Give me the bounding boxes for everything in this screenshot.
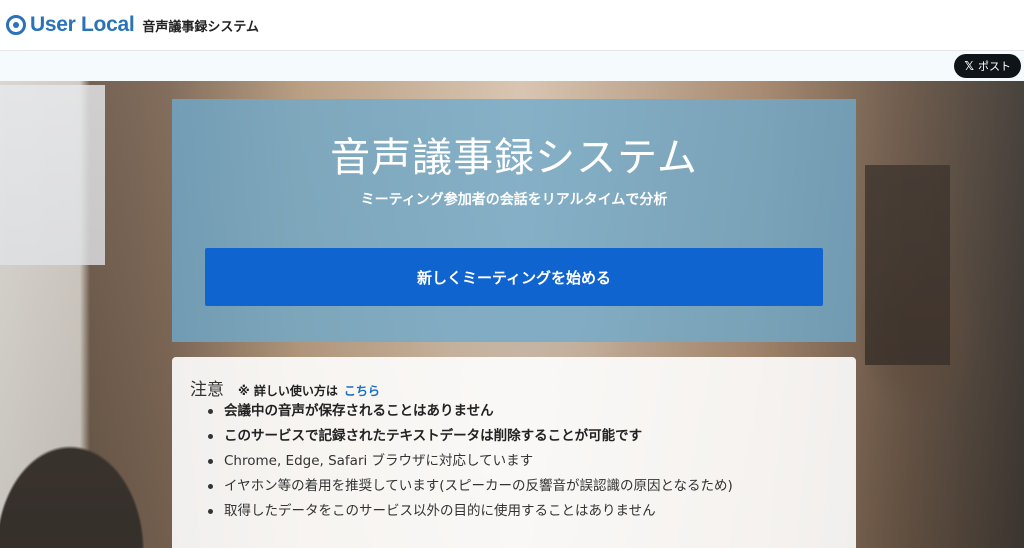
notice-title: 注意 (190, 380, 224, 400)
app-name: 音声議事録システム (142, 19, 260, 35)
notice-item: 取得したデータをこのサービス以外の目的に使用することはありません (206, 499, 733, 524)
x-post-button[interactable]: 𝕏 ポスト (954, 54, 1021, 78)
notice-note: ※ 詳しい使い方は (238, 384, 338, 398)
start-meeting-button[interactable]: 新しくミーティングを始める (205, 248, 823, 306)
page-title: 音声議事録システム (330, 135, 698, 181)
usage-guide-link[interactable]: こちら (344, 382, 380, 399)
notice-item: 会議中の音声が保存されることはありません (206, 399, 733, 424)
notice-item: イヤホン等の着用を推奨しています(スピーカーの反響音が誤認識の原因となるため) (206, 474, 733, 499)
title-card: 音声議事録システム ミーティング参加者の会話をリアルタイムで分析 新しくミーティ… (172, 99, 856, 342)
page-subtitle: ミーティング参加者の会話をリアルタイムで分析 (360, 192, 668, 208)
logo-text: User Local (30, 13, 135, 36)
notice-list: 会議中の音声が保存されることはありません このサービスで記録されたテキストデータは… (206, 399, 733, 524)
x-logo-icon: 𝕏 (964, 59, 974, 73)
notice-item: このサービスで記録されたテキストデータは削除することが可能です (206, 424, 733, 449)
site-header: User Local 音声議事録システム (0, 0, 1024, 51)
notice-card: 注意 ※ 詳しい使い方は こちら 会議中の音声が保存されることはありません このサ… (172, 357, 856, 548)
share-strip (0, 51, 1024, 81)
post-label: ポスト (978, 60, 1011, 73)
notice-item: Chrome, Edge, Safari ブラウザに対応しています (206, 449, 733, 474)
userlocal-logo-icon (6, 15, 26, 35)
userlocal-logo[interactable]: User Local (6, 13, 135, 37)
notice-header: 注意 ※ 詳しい使い方は こちら (190, 375, 380, 400)
